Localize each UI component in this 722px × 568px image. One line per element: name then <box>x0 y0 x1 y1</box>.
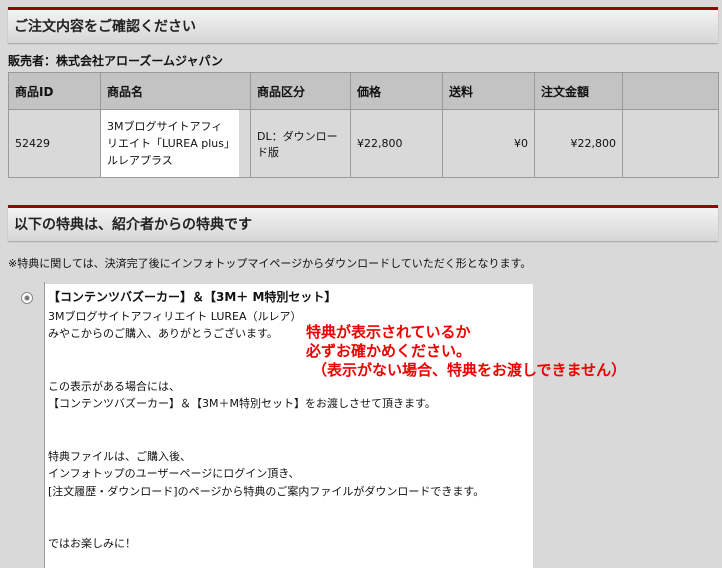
order-table: 商品ID 商品名 商品区分 価格 送料 注文金額 52429 3Mブログサイトア… <box>8 72 719 178</box>
col-product-name: 商品名 <box>100 72 251 110</box>
cell-product-category: DL：ダウンロード版 <box>250 109 351 178</box>
col-product-category: 商品区分 <box>250 72 351 110</box>
bonus-notice: ※特典に関しては、決済完了後にインフォトップマイページからダウンロードしていただ… <box>8 257 532 270</box>
cell-total: ¥22,800 <box>534 109 623 178</box>
col-blank <box>622 72 719 110</box>
bonus-radio-button[interactable] <box>21 292 33 304</box>
col-shipping: 送料 <box>442 72 535 110</box>
bonus-warning-overlay: 特典が表示されているか 必ずお確かめください。 （表示がない場合、特典をお渡しで… <box>306 323 626 380</box>
warning-line: （表示がない場合、特典をお渡しできません） <box>312 361 627 379</box>
product-name-text: 3Mブログサイトアフィリエイト「LUREA plus」ルレアプラス <box>101 110 239 177</box>
cell-shipping: ¥0 <box>442 109 535 178</box>
bonus-line: 【コンテンツバズーカー】＆【3M＋M特別セット】をお渡しさせて頂きます。 <box>48 397 436 410</box>
order-table-header: 商品ID 商品名 商品区分 価格 送料 注文金額 <box>8 72 719 110</box>
bonus-line: [注文履歴・ダウンロード]のページから特典のご案内ファイルがダウンロードできます… <box>48 484 485 498</box>
col-total: 注文金額 <box>534 72 623 110</box>
bonus-line: インフォトップのユーザーページにログイン頂き、 <box>48 467 300 480</box>
cell-price: ¥22,800 <box>350 109 443 178</box>
cell-blank <box>622 109 719 178</box>
table-row: 52429 3Mブログサイトアフィリエイト「LUREA plus」ルレアプラス … <box>8 109 719 178</box>
bonus-title: 【コンテンツバズーカー】＆【3M＋ M特別セット】 <box>48 290 337 304</box>
col-product-id: 商品ID <box>8 72 101 110</box>
cell-product-id: 52429 <box>8 109 101 178</box>
bonus-line: 特典ファイルは、ご購入後、 <box>48 449 191 463</box>
warning-line: 必ずお確かめください。 <box>306 342 472 360</box>
cell-product-name: 3Mブログサイトアフィリエイト「LUREA plus」ルレアプラス <box>100 109 251 178</box>
order-confirm-header: ご注文内容をご確認ください <box>8 7 718 43</box>
bonus-header: 以下の特典は、紹介者からの特典です <box>8 205 718 241</box>
warning-line: 特典が表示されているか <box>306 323 471 341</box>
col-price: 価格 <box>350 72 443 110</box>
bonus-line: この表示がある場合には、 <box>48 379 180 393</box>
seller-label: 販売者：株式会社アローズームジャパン <box>8 54 224 68</box>
bonus-line: ではお楽しみに！ <box>48 537 136 550</box>
bonus-radio-cell <box>8 282 45 568</box>
